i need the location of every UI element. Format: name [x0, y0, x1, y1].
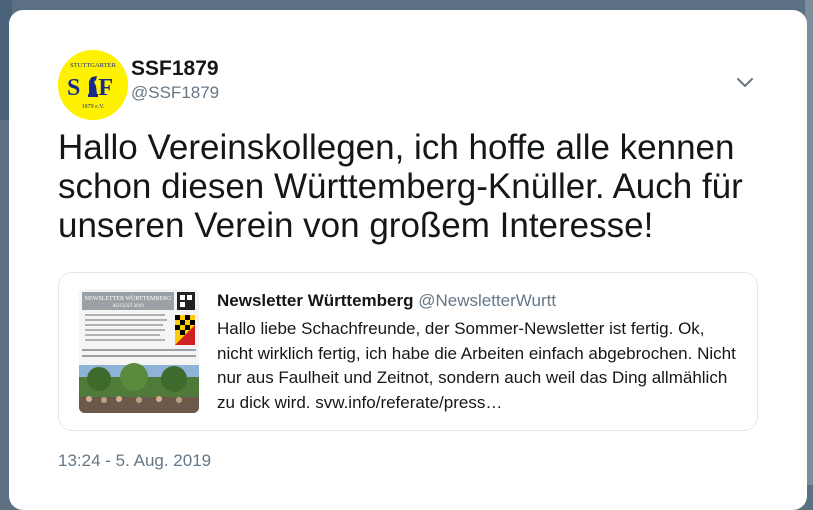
svg-text:NEWSLETTER WÜRTTEMBERG: NEWSLETTER WÜRTTEMBERG [85, 295, 172, 302]
author-handle[interactable]: @SSF1879 [131, 83, 219, 103]
quoted-author-handle[interactable]: @NewsletterWurtt [418, 291, 556, 310]
quoted-tweet[interactable]: NEWSLETTER WÜRTTEMBERG AUGUST 2019 Newsl… [58, 272, 758, 431]
quoted-tweet-header: Newsletter Württemberg @NewsletterWurtt [217, 291, 556, 311]
quoted-tweet-thumbnail[interactable]: NEWSLETTER WÜRTTEMBERG AUGUST 2019 [79, 289, 199, 413]
quoted-author-name[interactable]: Newsletter Württemberg [217, 291, 413, 310]
logo-top-text: STUTTGARTER [70, 62, 116, 69]
quoted-tweet-text: Hallo liebe Schachfreunde, der Sommer-Ne… [217, 319, 736, 412]
logo-bottom-text: 1879 e.V. [82, 104, 105, 110]
newsletter-cover-image: NEWSLETTER WÜRTTEMBERG AUGUST 2019 [79, 289, 199, 413]
avatar[interactable]: STUTTGARTER S F 1879 e.V. [58, 50, 128, 120]
tweet-timestamp[interactable]: 13:24 - 5. Aug. 2019 [58, 451, 211, 471]
club-logo: STUTTGARTER S F 1879 e.V. [58, 50, 128, 120]
svg-text:AUGUST 2019: AUGUST 2019 [112, 304, 144, 309]
chevron-down-icon[interactable] [733, 70, 757, 94]
tweet-text: Hallo Vereinskollegen, ich hoffe alle ke… [58, 128, 743, 245]
tweet-card: STUTTGARTER S F 1879 e.V. SSF1879 @SSF18… [9, 10, 807, 510]
author-display-name[interactable]: SSF1879 [131, 57, 219, 81]
